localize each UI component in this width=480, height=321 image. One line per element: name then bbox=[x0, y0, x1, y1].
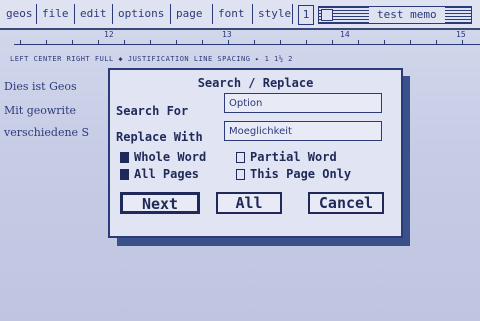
partial-word-checkbox[interactable] bbox=[236, 152, 245, 163]
menu-bar: geos file edit options page font style 1… bbox=[0, 0, 480, 30]
ruler-tick bbox=[98, 40, 99, 45]
this-page-only-label: This Page Only bbox=[250, 167, 352, 181]
ruler-number: 14 bbox=[340, 30, 350, 39]
window-title-bar[interactable]: test memo bbox=[318, 6, 472, 24]
whole-word-label: Whole Word bbox=[134, 150, 207, 164]
ruler-tick bbox=[410, 40, 411, 45]
ruler-tick bbox=[436, 40, 437, 45]
menu-font[interactable]: font bbox=[218, 6, 245, 22]
menu-separator bbox=[36, 4, 37, 24]
menu-edit[interactable]: edit bbox=[80, 6, 107, 22]
all-pages-label: All Pages bbox=[134, 167, 200, 181]
this-page-only-checkbox[interactable] bbox=[236, 169, 245, 180]
ruler-tick bbox=[358, 40, 359, 45]
ruler-tick bbox=[150, 40, 151, 45]
cancel-button[interactable]: Cancel bbox=[308, 192, 384, 214]
all-button[interactable]: All bbox=[216, 192, 282, 214]
search-label: Search For bbox=[116, 104, 189, 118]
menu-separator bbox=[252, 4, 253, 24]
ruler-tick bbox=[20, 40, 21, 45]
dialog-title: Search / Replace bbox=[197, 76, 314, 90]
justification-bar[interactable]: LEFT CENTER RIGHT FULL ◆ JUSTIFICATION L… bbox=[10, 54, 480, 64]
ruler-tick bbox=[176, 40, 177, 45]
menu-page[interactable]: page bbox=[176, 6, 203, 22]
ruler-tick bbox=[202, 40, 203, 45]
document-line: verschiedene S bbox=[4, 126, 90, 139]
menu-separator bbox=[112, 4, 113, 24]
menu-separator bbox=[212, 4, 213, 24]
window-title: test memo bbox=[369, 7, 445, 23]
partial-word-label: Partial Word bbox=[250, 150, 337, 164]
search-replace-dialog: Search / Replace Search For Option Repla… bbox=[108, 68, 403, 238]
ruler-number: 15 bbox=[456, 30, 466, 39]
menu-style[interactable]: style bbox=[258, 6, 291, 22]
all-pages-checkbox[interactable] bbox=[120, 169, 129, 180]
replace-label: Replace With bbox=[116, 130, 203, 144]
ruler-tick bbox=[46, 40, 47, 45]
ruler-tick bbox=[254, 40, 255, 45]
menu-options[interactable]: options bbox=[118, 6, 164, 22]
close-box-icon[interactable] bbox=[321, 9, 333, 21]
next-button[interactable]: Next bbox=[120, 192, 200, 214]
menu-separator bbox=[74, 4, 75, 24]
ruler-number: 12 bbox=[104, 30, 114, 39]
replace-input[interactable]: Moeglichkeit bbox=[224, 121, 382, 141]
geos-screen: geos file edit options page font style 1… bbox=[0, 0, 480, 321]
whole-word-checkbox[interactable] bbox=[120, 152, 129, 163]
ruler-tick bbox=[228, 40, 229, 45]
menu-geos[interactable]: geos bbox=[6, 6, 33, 22]
ruler-tick bbox=[462, 40, 463, 45]
ruler-tick bbox=[332, 40, 333, 45]
menu-separator bbox=[292, 4, 293, 24]
ruler-number: 13 bbox=[222, 30, 232, 39]
ruler-tick bbox=[124, 40, 125, 45]
ruler-tick bbox=[72, 40, 73, 45]
document-line: Dies ist Geos bbox=[4, 80, 77, 93]
ruler-tick bbox=[384, 40, 385, 45]
ruler-tick bbox=[306, 40, 307, 45]
ruler[interactable]: 12 13 14 15 bbox=[0, 30, 480, 54]
menu-file[interactable]: file bbox=[42, 6, 69, 22]
page-number[interactable]: 1 bbox=[298, 5, 314, 25]
document-line: Mit geowrite bbox=[4, 104, 76, 117]
menu-separator bbox=[170, 4, 171, 24]
ruler-tick bbox=[280, 40, 281, 45]
search-input[interactable]: Option bbox=[224, 93, 382, 113]
